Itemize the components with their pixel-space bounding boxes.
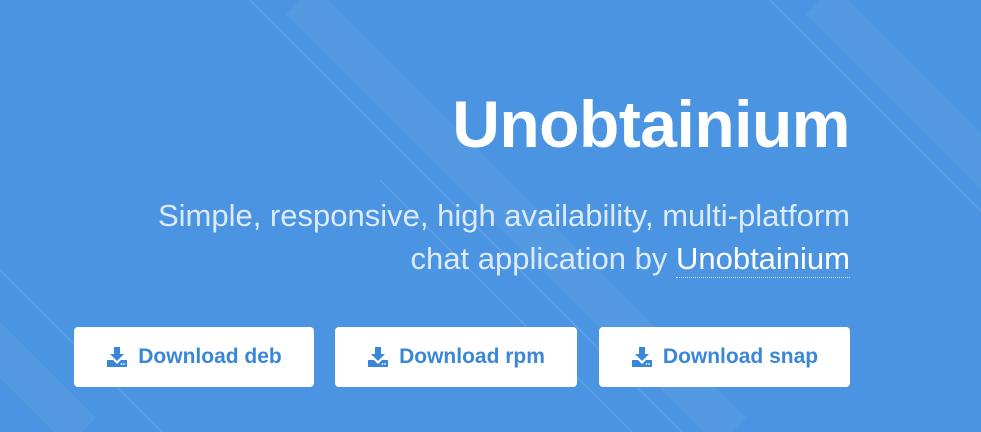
- hero-section: Unobtainium Simple, responsive, high ava…: [0, 0, 981, 432]
- unobtainium-link[interactable]: Unobtainium: [675, 241, 850, 278]
- tagline: Simple, responsive, high availability, m…: [90, 194, 850, 280]
- tagline-line-2-text: chat application by: [410, 241, 676, 276]
- download-snap-label: Download snap: [662, 345, 819, 368]
- download-rpm-button[interactable]: Download rpm: [335, 327, 577, 387]
- download-icon: [368, 347, 389, 367]
- tagline-line-1: Simple, responsive, high availability, m…: [157, 198, 850, 233]
- download-icon: [631, 347, 652, 367]
- download-icon: [107, 347, 128, 367]
- download-rpm-label: Download rpm: [399, 345, 545, 368]
- tagline-line-2: chat application by Unobtainium: [90, 237, 850, 280]
- download-deb-button[interactable]: Download deb: [74, 327, 314, 387]
- download-snap-button[interactable]: Download snap: [599, 327, 850, 387]
- page-title: Unobtainium: [452, 87, 850, 161]
- download-deb-label: Download deb: [138, 345, 282, 368]
